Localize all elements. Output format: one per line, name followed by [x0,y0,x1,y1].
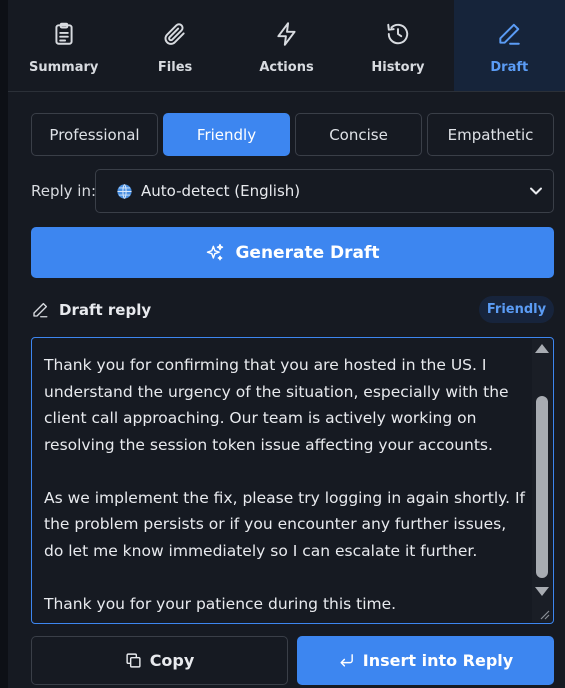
language-select[interactable]: Auto-detect (English) [95,169,554,213]
draft-paragraph: As we implement the fix, please try logg… [44,488,526,560]
tab-files-label: Files [157,60,193,75]
sparkles-icon [207,243,224,260]
tone-concise-button[interactable]: Concise [295,113,422,156]
assistant-panel: Summary Files Actions History Draft Prof… [0,0,565,688]
copy-button[interactable]: Copy [31,636,288,685]
reply-in-label: Reply in: [31,182,97,200]
tab-actions[interactable]: Actions [231,0,342,91]
history-icon [387,23,409,45]
scrollbar-thumb[interactable] [536,396,548,578]
scrollbar[interactable] [532,339,552,622]
resize-handle-icon[interactable] [540,610,550,620]
paperclip-icon [164,23,185,45]
scroll-down-arrow-icon[interactable] [535,587,549,596]
panel-edge [0,0,8,688]
draft-paragraph: Thank you for your patience during this … [44,594,397,613]
tab-history-label: History [371,60,425,75]
draft-header: Draft reply [31,299,151,321]
draft-text: Thank you for confirming that you are ho… [44,352,529,617]
tone-professional-button[interactable]: Professional [31,113,158,156]
copy-label: Copy [149,651,195,670]
chevron-down-icon [530,187,542,195]
generate-draft-label: Generate Draft [235,242,380,263]
tab-history[interactable]: History [342,0,453,91]
tone-friendly-button[interactable]: Friendly [163,113,290,156]
enter-arrow-icon [340,654,353,667]
tab-draft[interactable]: Draft [453,0,565,91]
pencil-icon [33,302,48,318]
tab-draft-label: Draft [490,60,529,75]
copy-icon [126,653,141,668]
tone-badge: Friendly [479,296,554,323]
tone-selector: Professional Friendly Concise Empathetic [31,113,554,156]
language-value: Auto-detect (English) [141,182,301,200]
pen-icon [499,23,521,45]
lightning-icon [276,22,296,46]
tone-empathetic-button[interactable]: Empathetic [427,113,554,156]
generate-draft-button[interactable]: Generate Draft [31,227,554,278]
draft-title: Draft reply [59,301,152,319]
draft-textarea[interactable]: Thank you for confirming that you are ho… [31,337,554,624]
scroll-up-arrow-icon[interactable] [535,344,549,353]
draft-paragraph: Thank you for confirming that you are ho… [44,356,509,454]
tab-summary-label: Summary [29,60,99,75]
clipboard-icon [55,22,73,45]
insert-label: Insert into Reply [362,651,514,670]
tab-summary[interactable]: Summary [8,0,119,91]
tab-files[interactable]: Files [119,0,230,91]
insert-into-reply-button[interactable]: Insert into Reply [297,636,554,685]
tab-bar: Summary Files Actions History Draft [8,0,565,92]
globe-icon [117,183,132,199]
tab-actions-label: Actions [259,60,314,75]
